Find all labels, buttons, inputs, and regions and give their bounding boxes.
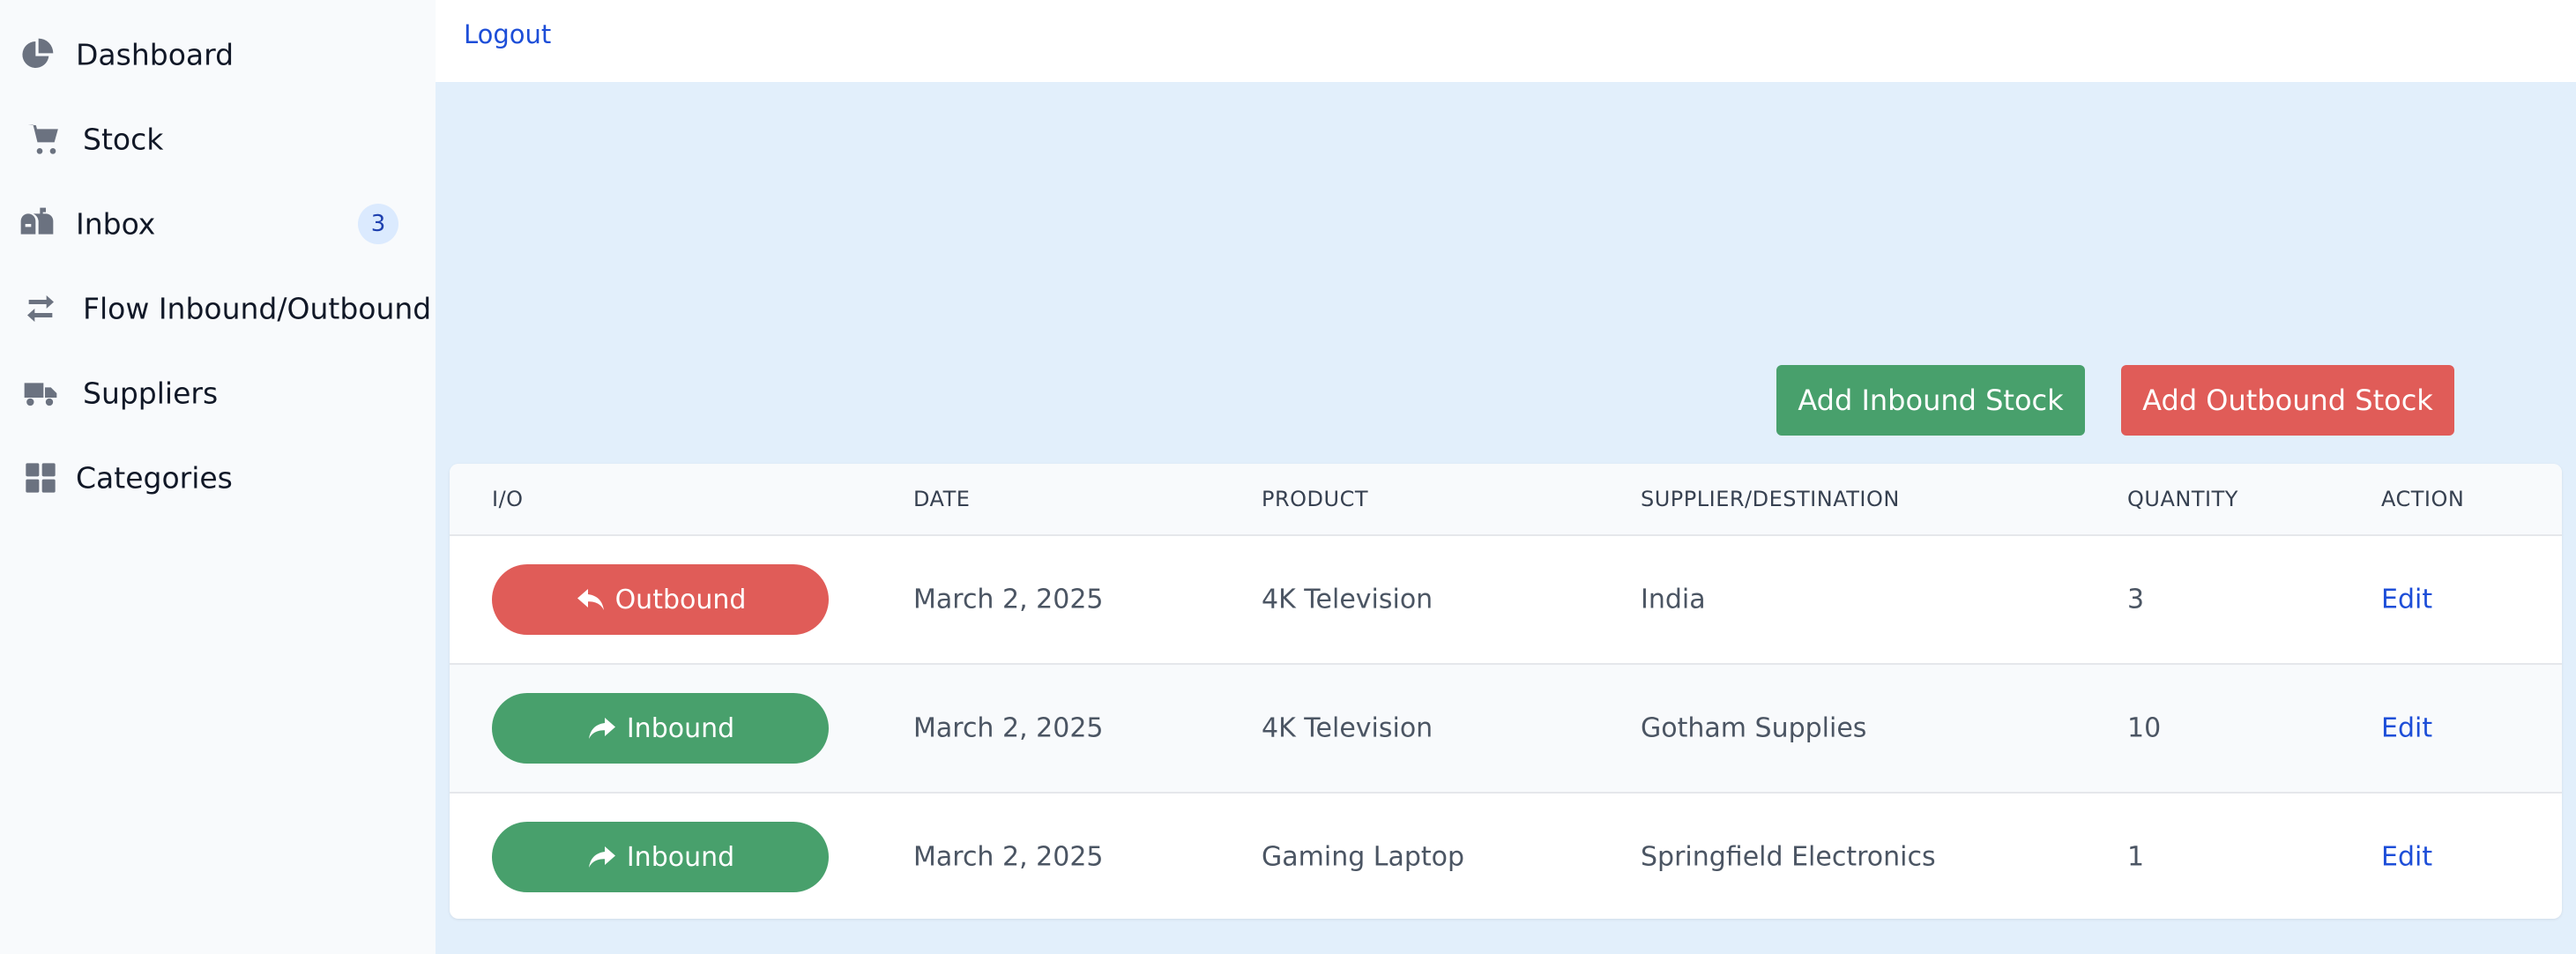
add-outbound-stock-button[interactable]: Add Outbound Stock (2121, 365, 2454, 436)
io-label: Inbound (626, 712, 735, 744)
stock-flow-table: I/O DATE PRODUCT SUPPLIER/DESTINATION QU… (450, 464, 2562, 919)
table-row: Inbound March 2, 2025 4K Television Goth… (450, 663, 2562, 792)
column-header-date: DATE (913, 487, 971, 511)
add-inbound-stock-button[interactable]: Add Inbound Stock (1776, 365, 2085, 436)
grid-icon (21, 458, 60, 497)
column-header-supplier: SUPPLIER/DESTINATION (1641, 487, 1900, 511)
top-bar: Logout (436, 0, 2576, 82)
truck-icon (21, 374, 60, 413)
column-header-io: I/O (492, 487, 524, 511)
io-outbound-pill[interactable]: Outbound (492, 564, 829, 635)
share-arrow-icon (588, 718, 615, 739)
sidebar-item-inbox[interactable]: Inbox 3 (0, 182, 436, 266)
sidebar-item-dashboard[interactable]: Dashboard (0, 12, 436, 97)
sidebar-item-label: Dashboard (76, 37, 235, 72)
table-row: Outbound March 2, 2025 4K Television Ind… (450, 534, 2562, 663)
pie-chart-icon (18, 35, 56, 74)
mailbox-icon (18, 205, 56, 243)
date-cell: March 2, 2025 (913, 841, 1104, 873)
sidebar-item-label: Suppliers (83, 376, 219, 411)
quantity-cell: 3 (2127, 584, 2145, 615)
arrows-swap-icon (21, 289, 60, 328)
table-row: Inbound March 2, 2025 Gaming Laptop Spri… (450, 792, 2562, 919)
inbox-count-badge: 3 (358, 204, 398, 244)
sidebar-item-label: Stock (83, 122, 164, 157)
io-inbound-pill[interactable]: Inbound (492, 822, 829, 892)
sidebar-item-flow[interactable]: Flow Inbound/Outbound (0, 266, 436, 351)
io-label: Inbound (626, 841, 735, 873)
sidebar-item-categories[interactable]: Categories (0, 436, 436, 520)
io-label: Outbound (614, 584, 747, 615)
date-cell: March 2, 2025 (913, 584, 1104, 615)
cart-icon (25, 120, 63, 159)
sidebar-item-label: Inbox (76, 206, 156, 242)
sidebar-item-label: Categories (76, 460, 233, 496)
logout-link[interactable]: Logout (464, 19, 551, 49)
column-header-quantity: QUANTITY (2127, 487, 2238, 511)
column-header-product: PRODUCT (1262, 487, 1369, 511)
edit-link[interactable]: Edit (2381, 585, 2432, 615)
edit-link[interactable]: Edit (2381, 713, 2432, 744)
io-inbound-pill[interactable]: Inbound (492, 693, 829, 764)
product-cell: Gaming Laptop (1262, 841, 1465, 873)
edit-link[interactable]: Edit (2381, 842, 2432, 873)
reply-arrow-icon (577, 589, 604, 610)
column-header-action: ACTION (2381, 487, 2465, 511)
date-cell: March 2, 2025 (913, 712, 1104, 744)
supplier-cell: Springfield Electronics (1641, 841, 1936, 873)
table-header: I/O DATE PRODUCT SUPPLIER/DESTINATION QU… (450, 464, 2562, 534)
supplier-cell: India (1641, 584, 1706, 615)
sidebar: Dashboard Stock Inbox 3 Flow Inbound/Out… (0, 0, 436, 954)
sidebar-item-stock[interactable]: Stock (0, 97, 436, 182)
sidebar-item-label: Flow Inbound/Outbound (83, 291, 432, 326)
sidebar-item-suppliers[interactable]: Suppliers (0, 351, 436, 436)
share-arrow-icon (588, 846, 615, 868)
quantity-cell: 1 (2127, 841, 2145, 873)
product-cell: 4K Television (1262, 712, 1433, 744)
product-cell: 4K Television (1262, 584, 1433, 615)
supplier-cell: Gotham Supplies (1641, 712, 1867, 744)
quantity-cell: 10 (2127, 712, 2162, 744)
